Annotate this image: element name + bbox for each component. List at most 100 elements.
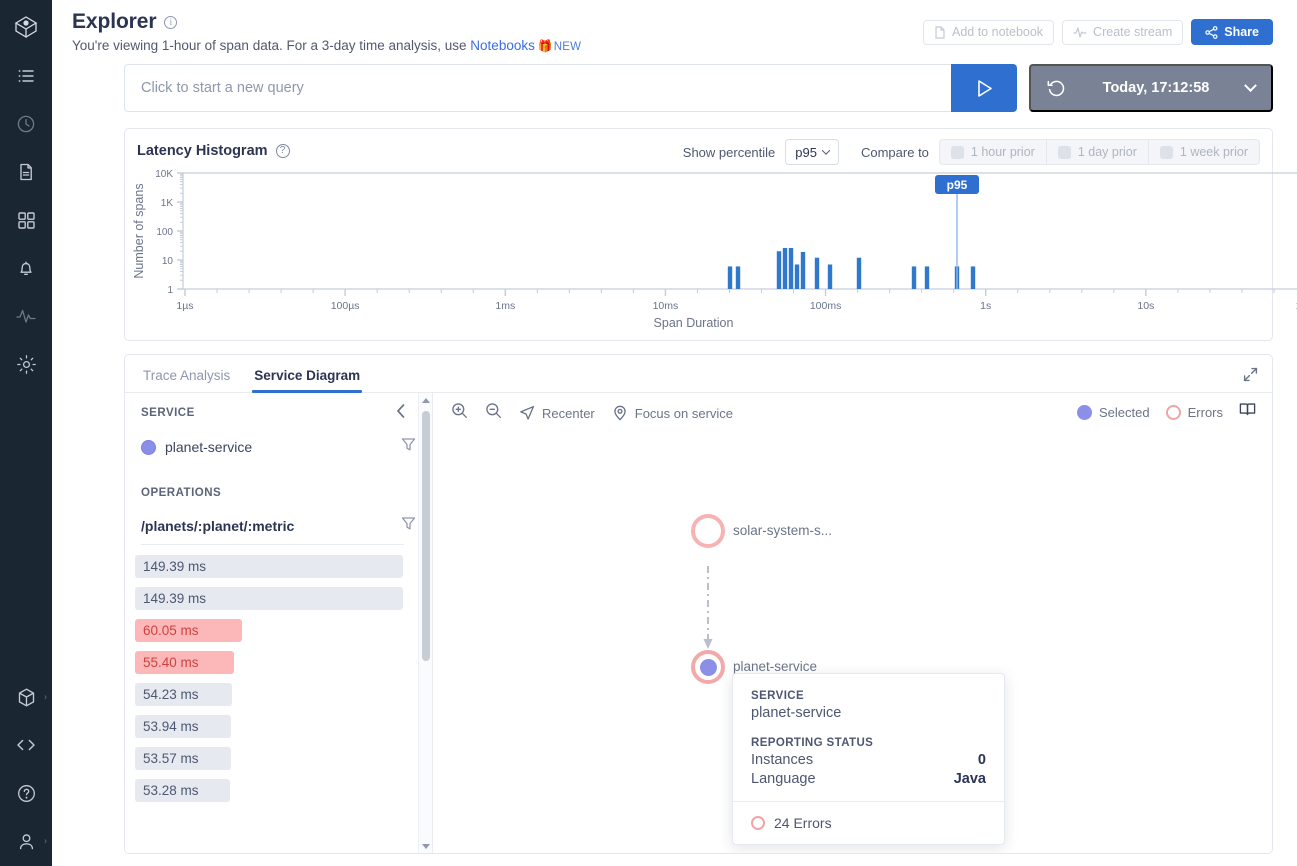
collapse-panel-icon[interactable] [394, 403, 408, 424]
tooltip-service-header: SERVICE [751, 690, 805, 702]
compare-1-hour-prior[interactable]: 1 hour prior [938, 139, 1047, 165]
time-range-label: Today, 17:12:58 [1102, 80, 1210, 96]
graph-canvas[interactable]: solar-system-s... planet-service SERVICE [433, 431, 1272, 853]
create-stream-button[interactable]: Create stream [1062, 19, 1184, 45]
histogram-svg: 1 10 100 1K 10K Number of spans 1µs 100µs 1ms 10m… [132, 169, 1297, 330]
notebooks-link[interactable]: Notebooks [470, 38, 535, 53]
histogram-bar[interactable] [814, 257, 820, 289]
histogram-bar[interactable] [911, 266, 917, 289]
page-subtitle: You're viewing 1-hour of span data. For … [72, 38, 581, 53]
chevron-down-icon [821, 146, 831, 155]
latency-value: 149.39 ms [143, 591, 207, 606]
scroll-down-arrow[interactable] [419, 839, 433, 853]
node-ring [691, 514, 725, 548]
service-list-pane: SERVICE planet-service OPERATIONS /plane… [125, 393, 433, 853]
latency-value: 53.28 ms [143, 783, 199, 798]
tab-trace-analysis[interactable]: Trace Analysis [143, 368, 230, 392]
node-planet-service[interactable]: planet-service [691, 650, 817, 684]
histogram-bar[interactable] [827, 264, 833, 289]
color-swatch [950, 145, 964, 159]
filter-icon[interactable] [401, 437, 416, 457]
compare-toggle-group: 1 hour prior 1 day prior 1 week prior [938, 139, 1260, 165]
nav-item-developer[interactable] [0, 721, 52, 769]
compare-1-day-prior[interactable]: 1 day prior [1046, 139, 1149, 165]
latency-list-item[interactable]: 54.23 ms [135, 683, 232, 706]
list-scrollbar[interactable] [418, 393, 432, 853]
histogram-bar[interactable] [970, 266, 976, 289]
nav-item-help[interactable] [0, 769, 52, 817]
add-to-notebook-button[interactable]: Add to notebook [923, 19, 1055, 45]
percentile-select[interactable]: p95 [785, 139, 839, 165]
latency-list-item[interactable]: 60.05 ms [135, 619, 242, 642]
nav-logo[interactable] [0, 4, 52, 52]
share-button[interactable]: Share [1191, 19, 1273, 45]
nav-item-account[interactable]: › [0, 817, 52, 865]
nav-item-metrics[interactable] [0, 292, 52, 340]
filter-icon[interactable] [401, 516, 416, 536]
page-title: Explorer [72, 10, 157, 33]
tab-service-diagram[interactable]: Service Diagram [252, 368, 362, 393]
tooltip-instances-label: Instances [751, 752, 814, 768]
operation-row[interactable]: /planets/:planet/:metric [141, 516, 416, 536]
focus-on-service-button[interactable]: Focus on service [612, 405, 733, 421]
tooltip-errors-text: 24 Errors [774, 815, 832, 831]
recenter-button[interactable]: Recenter [519, 405, 595, 421]
latency-list-item[interactable]: 149.39 ms [135, 555, 403, 578]
page-header: Explorer i You're viewing 1-hour of span… [72, 10, 581, 53]
nav-item-history[interactable] [0, 100, 52, 148]
histogram-bar[interactable] [735, 266, 741, 289]
scrollbar-thumb[interactable] [422, 411, 430, 661]
histogram-bar[interactable] [782, 247, 788, 289]
errors-ring-icon [751, 816, 765, 830]
time-range-button[interactable]: Today, 17:12:58 [1029, 64, 1273, 112]
info-icon[interactable]: i [164, 15, 178, 29]
latency-list-item[interactable]: 53.28 ms [135, 779, 230, 802]
zoom-in-icon[interactable] [451, 402, 468, 424]
tooltip-errors-row[interactable]: 24 Errors [733, 801, 1004, 844]
node-label: planet-service [733, 659, 818, 674]
x-tick-label: 100ms [810, 300, 842, 312]
y-tick-label: 10 [162, 256, 174, 267]
graph-toolbar-left: Recenter Focus on service [451, 402, 733, 424]
histogram-plot[interactable]: 1 10 100 1K 10K Number of spans 1µs 100µs 1ms 10m… [125, 169, 1297, 340]
histogram-bar[interactable] [800, 251, 806, 289]
latency-list-item[interactable]: 53.94 ms [135, 715, 231, 738]
histogram-bar[interactable] [794, 264, 800, 289]
compare-option-label: 1 day prior [1077, 145, 1137, 159]
node-solar-system-service[interactable]: solar-system-s... [691, 514, 832, 548]
histogram-bar[interactable] [776, 251, 782, 289]
nav-item-alerts[interactable] [0, 244, 52, 292]
search-input[interactable] [141, 80, 935, 96]
legend-book-icon[interactable] [1239, 402, 1256, 422]
latency-list-item[interactable]: 149.39 ms [135, 587, 403, 610]
query-input-wrap[interactable] [124, 64, 951, 112]
percentile-value: p95 [795, 144, 817, 160]
nav-item-dashboards[interactable] [0, 196, 52, 244]
latency-value: 60.05 ms [143, 623, 199, 638]
histogram-bar[interactable] [924, 266, 930, 289]
nav-item-settings[interactable] [0, 340, 52, 388]
expand-icon[interactable] [1243, 367, 1258, 387]
latency-list-item[interactable]: 53.57 ms [135, 747, 231, 770]
legend-selected: Selected [1077, 404, 1150, 420]
chevron-down-icon [1244, 78, 1257, 92]
histogram-bar[interactable] [727, 266, 733, 289]
histogram-bar[interactable] [856, 257, 862, 289]
nav-item-integrations[interactable]: › [0, 673, 52, 721]
latency-list-item[interactable]: 55.40 ms [135, 651, 234, 674]
location-pin-icon [613, 405, 626, 421]
compare-1-week-prior[interactable]: 1 week prior [1148, 139, 1260, 165]
run-query-button[interactable] [951, 64, 1017, 112]
tooltip-language-value: Java [953, 771, 986, 787]
service-row[interactable]: planet-service [141, 437, 416, 457]
tooltip-instances-value: 0 [977, 752, 986, 768]
scroll-up-arrow[interactable] [419, 393, 433, 407]
zoom-out-icon[interactable] [485, 402, 502, 424]
histogram-bar[interactable] [788, 247, 794, 289]
nav-item-documents[interactable] [0, 148, 52, 196]
service-diagram-pane: Recenter Focus on service Selected Error… [433, 393, 1272, 853]
nav-item-list[interactable] [0, 52, 52, 100]
analysis-panel: Trace Analysis Service Diagram SERVICE p… [124, 354, 1273, 854]
service-color-dot [141, 439, 156, 455]
help-icon[interactable]: ? [275, 144, 290, 158]
